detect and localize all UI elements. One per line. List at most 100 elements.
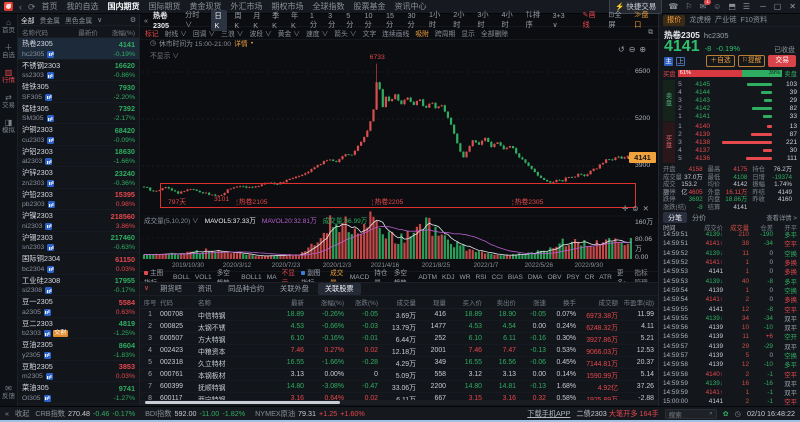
collapse-icon[interactable]: « [5,409,9,418]
stock-col-名称[interactable]: 名称 [198,297,260,307]
tick-row[interactable]: 14:59:53414110多换 [663,267,797,276]
depth-level-4143[interactable]: 3414329 [675,96,797,104]
data-chart-icon[interactable] [47,266,54,273]
tick-row[interactable]: 14:59:56413911+6空开 [663,332,797,341]
sub-indicator-MACD[interactable]: MACD [350,274,369,281]
data-chart-icon[interactable] [45,158,52,165]
draw-tool-三浪[interactable]: 三浪 ∨ [221,28,243,38]
close-pane-icon[interactable]: ✕ [643,204,649,213]
collapse-sidebar-icon[interactable]: « [144,16,148,25]
col-chg-pct[interactable]: 涨幅(%) [112,27,135,37]
rail-item-首页[interactable]: ⌂首页 [2,18,15,34]
candlestick-chart[interactable] [140,40,658,262]
data-chart-icon[interactable] [46,373,53,380]
draw-tool-波段[interactable]: 波段 ∨ [249,28,271,38]
menu-icon[interactable]: ☰ [743,2,750,11]
stock-col-买入价[interactable]: 买入价 [450,297,486,307]
nav-tab-1[interactable]: 我的自选 [67,1,99,12]
depth-level-4140[interactable]: 1414013 [675,122,797,130]
watchlist-row-a2305[interactable]: 豆一23055584a23050.63% [18,296,139,318]
nav-tab-2[interactable]: 国内期货 [108,1,140,12]
draw-tool-速度[interactable]: 速度 ∨ [306,28,328,38]
data-chart-icon[interactable] [48,201,55,208]
tick-row[interactable]: 14:59:54413910空换 [663,286,797,295]
data-chart-icon[interactable] [45,223,52,230]
quote-tab-F10资料[interactable]: F10资料 [741,15,768,25]
sub-indicator-KDJ[interactable]: KDJ [442,274,454,281]
gear-icon[interactable]: ⚙ [130,16,136,24]
depth-level-4136[interactable]: 54136111 [675,155,797,163]
watchlist-row-y2305[interactable]: 豆油23058604y2305-1.83% [18,339,139,361]
data-chart-icon[interactable] [44,395,51,402]
scrollbar-thumb[interactable] [145,401,340,404]
draw-tool-射线[interactable]: 射线 ∨ [165,28,187,38]
tick-row[interactable]: 14:59:594139↓16-16双平 [663,379,797,388]
depth-level-4142[interactable]: 2414282 [675,105,797,113]
bottom-tab-关联外盘[interactable]: 关联外盘 [273,283,316,295]
chevron-down-icon[interactable]: ∨ [97,16,102,24]
horizontal-scrollbar[interactable] [140,400,658,404]
sub-indicator-RSI[interactable]: RSI [476,274,487,281]
alert-button[interactable]: ⚐提醒 [738,55,766,67]
draw-tool-文字[interactable]: 文字 [363,28,377,38]
watchlist-row-si2308[interactable]: 工业硅230817955si2308-0.17% [18,275,139,297]
watchlist-row-hc2305[interactable]: 热卷23054141hc2305-0.19% [18,38,139,60]
sub-indicator-PSY[interactable]: PSY [566,274,579,281]
draw-tool-全部删除[interactable]: 全部删除 [481,28,508,38]
tick-row[interactable]: 14:59:544141↑20多换 [663,295,797,304]
watchlist-row-ss2303[interactable]: 不锈钢230316620ss2303-0.86% [18,60,139,82]
draw-tool-黄金[interactable]: 黄金 ∨ [278,28,300,38]
tick-tab-分价[interactable]: 分价 [692,213,706,223]
data-chart-icon[interactable] [47,137,54,144]
data-chart-icon[interactable] [47,115,54,122]
depth-level-4138[interactable]: 34138221 [675,138,797,146]
bottom-tab-资讯[interactable]: 资讯 [191,283,219,295]
main-indicator-BOLL[interactable]: BOLL [173,274,190,281]
tick-row[interactable]: 14:59:56413910-10双平 [663,323,797,332]
draw-tool-显示[interactable]: 显示 [461,28,475,38]
draw-tool-连续画线[interactable]: 连续画线 [382,28,409,38]
sub-indicator-WR[interactable]: WR [460,274,471,281]
stock-col-成交额[interactable]: 成交额 [580,297,622,307]
stock-col-涨速[interactable]: 涨速 [520,297,550,307]
watchlist-row-m2305[interactable]: 豆粕23053853m23050.03% [18,361,139,383]
user-icon[interactable]: ☺ [713,2,721,11]
brush-icon[interactable]: ⊜ [632,204,638,213]
stock-col-换手[interactable]: 换手 [550,297,580,307]
minimize-icon[interactable]: ─ [760,2,766,11]
message-icon[interactable]: ✉1 [699,2,706,11]
data-chart-icon[interactable] [44,352,51,359]
rail-item-交易[interactable]: ⇄交易 [2,93,15,109]
maximize-icon[interactable]: ▢ [774,2,782,11]
bottom-tab-期货吧[interactable]: 期货吧 [153,283,189,295]
quote-tab-报价[interactable]: 报价 [663,15,685,26]
back-icon[interactable]: ‹ [19,2,22,12]
depth-level-4141[interactable]: 1414133 [675,113,797,121]
add-watchlist-button[interactable]: ＋自选 [706,55,734,67]
search-input[interactable]: 搜索⌕ [665,409,717,419]
stock-col-最新[interactable]: 最新 [260,297,308,307]
close-icon[interactable]: ✕ [789,2,796,11]
view-detail-link[interactable]: 查看详情 > [766,213,797,222]
tick-row[interactable]: 14:59:57413929-29双平 [663,342,797,351]
stock-row-600399[interactable]: 7600399抚顺特钢14.80-3.08%-0.4733.06万220014.… [140,381,658,393]
rail-item-自选[interactable]: ＋自选 [2,43,15,59]
sub-indicator-DMA[interactable]: DMA [528,274,543,281]
eco-icon[interactable]: ✿ [723,409,729,418]
stock-col-代码[interactable]: 代码 [160,297,198,307]
draw-tool-吸附[interactable]: 吸附 [415,28,429,38]
stock-col-市盈率(动)[interactable]: 市盈率(动) [622,297,658,307]
data-chart-icon[interactable] [47,180,54,187]
stock-row-600507[interactable]: 3600507方大特钢6.10-0.16%-0.016.44万2526.106.… [140,333,658,345]
stock-col-现量[interactable]: 现量 [420,297,450,307]
download-app-link[interactable]: 下载手机APP [527,409,570,419]
stock-row-000825[interactable]: 2000825太钢不锈4.53-0.66%-0.0313.79万14774.53… [140,321,658,333]
stock-col-成交量[interactable]: 成交量 [382,297,420,307]
alert-bell-icon[interactable]: ⚐ [685,2,692,11]
notice-detail-link[interactable]: 详情 [234,38,248,48]
depth-level-4145[interactable]: 54145103 [675,80,797,88]
tick-row[interactable]: 14:59:584140↑2-1空平 [663,369,797,378]
watchlist-row-cu2303[interactable]: 沪铜230368420cu2303-0.09% [18,124,139,146]
undo-icon[interactable]: ↺ [618,45,625,54]
draw-tool-标记[interactable]: 标记 [145,28,159,38]
